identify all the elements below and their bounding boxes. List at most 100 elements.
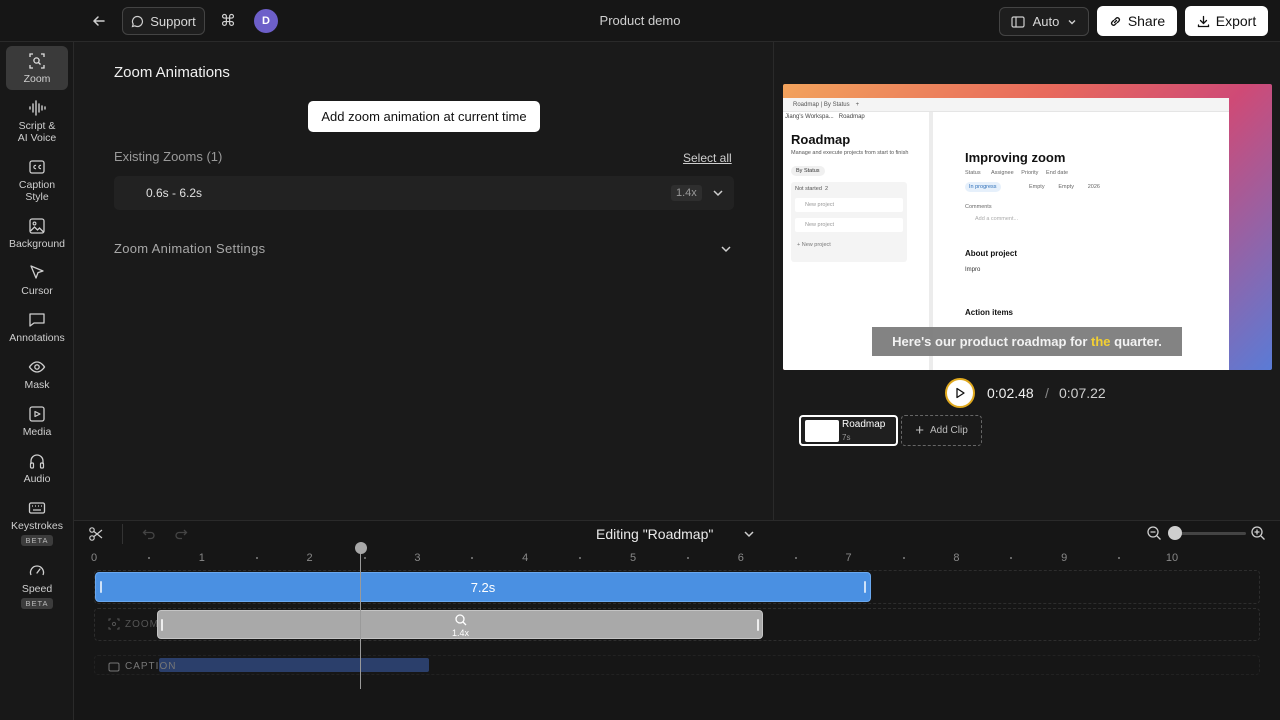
ruler-label: 0 — [90, 552, 98, 564]
headphones-icon — [29, 454, 45, 469]
sidebar-item-audio[interactable]: Audio — [6, 446, 68, 490]
image-icon — [29, 218, 45, 234]
add-zoom-button[interactable]: Add zoom animation at current time — [308, 101, 540, 132]
ruler-tick — [363, 557, 366, 559]
status-badge: In progress — [965, 182, 1001, 192]
video-preview[interactable]: Roadmap | By Status + Jiang's Workspa...… — [783, 84, 1272, 370]
clip-thumbnail — [805, 420, 839, 442]
ruler-label: 6 — [737, 552, 744, 564]
zoom-segment[interactable]: 1.4x — [157, 610, 763, 639]
ruler-tick — [579, 557, 582, 559]
playhead-line[interactable] — [360, 549, 361, 689]
main-clip-segment[interactable]: 7.2s — [95, 572, 871, 602]
zoom-out-icon[interactable] — [1146, 525, 1162, 541]
ruler-tick — [902, 557, 905, 559]
ruler-label: 8 — [953, 552, 960, 564]
sidebar-item-label: Speed — [21, 583, 53, 595]
ruler-label: 3 — [414, 552, 421, 564]
command-button[interactable]: ⌘ — [216, 8, 240, 34]
page-properties: Status Assignee Priority End date — [965, 170, 1069, 176]
chat-bubble-icon — [131, 15, 144, 27]
sidebar-item-media[interactable]: Media — [6, 399, 68, 443]
comments-label: Comments — [965, 204, 992, 210]
sidebar-item-caption-style[interactable]: Caption Style — [6, 152, 68, 208]
download-icon — [1197, 15, 1209, 27]
page-title: Improving zoom — [965, 150, 1066, 165]
support-button[interactable]: Support — [122, 7, 205, 35]
chevron-down-icon[interactable] — [711, 186, 725, 200]
app-tab-bar: Roadmap | By Status + — [783, 98, 1229, 112]
breadcrumb-workspace: Jiang's Workspa... — [785, 114, 834, 120]
cursor-icon — [30, 265, 44, 279]
sidebar-item-keystrokes[interactable]: Keystrokes BETA — [6, 493, 68, 551]
add-clip-button[interactable]: + Add Clip — [901, 415, 982, 446]
auto-label: Auto — [1032, 14, 1060, 29]
chevron-down-icon[interactable] — [719, 242, 733, 256]
sidebar-item-speed[interactable]: Speed BETA — [6, 556, 68, 614]
comment-icon — [29, 313, 45, 327]
sidebar-item-cursor[interactable]: Cursor — [6, 258, 68, 302]
chevron-down-icon[interactable] — [742, 527, 756, 541]
sidebar-item-label: Zoom — [23, 73, 51, 85]
sidebar-item-label: Caption Style — [18, 179, 56, 203]
ruler-tick — [147, 557, 150, 559]
playhead-handle[interactable] — [355, 542, 367, 554]
ruler-label: 2 — [306, 552, 313, 564]
aspect-ratio-dropdown[interactable]: Auto — [999, 7, 1089, 36]
roadmap-title: Roadmap — [791, 132, 851, 147]
zoom-in-icon[interactable] — [1250, 525, 1266, 541]
share-button[interactable]: Share — [1097, 6, 1177, 36]
play-button[interactable] — [945, 378, 975, 408]
app-tab: Roadmap | By Status — [793, 101, 850, 108]
add-clip-label: Add Clip — [929, 425, 968, 436]
back-button[interactable] — [86, 8, 112, 34]
by-status-view: By Status — [791, 166, 825, 176]
ruler-tick — [794, 557, 797, 559]
new-project-footer: + New project — [797, 242, 831, 248]
ruler-label: 5 — [629, 552, 637, 564]
keyboard-icon — [28, 502, 46, 514]
caption-after: quarter. — [1110, 334, 1162, 349]
clip-roadmap[interactable]: Roadmap 7s — [799, 415, 898, 446]
clip-end-handle[interactable] — [864, 581, 866, 593]
toolbar-divider — [122, 524, 123, 544]
support-label: Support — [150, 13, 196, 29]
undo-icon[interactable] — [142, 527, 156, 541]
sidebar-item-label: Annotations — [9, 332, 65, 344]
zoom-level-badge: 1.4x — [671, 185, 702, 201]
sidebar-item-annotations[interactable]: Annotations — [6, 305, 68, 349]
zoom-end-handle[interactable] — [757, 619, 759, 631]
ruler-label: 7 — [845, 552, 852, 564]
editing-clip-label[interactable]: Editing "Roadmap" — [596, 526, 713, 542]
magnifier-icon — [455, 614, 467, 626]
caption-highlight: the — [1091, 334, 1111, 349]
sidebar-item-background[interactable]: Background — [6, 211, 68, 255]
sidebar-item-label: Background — [8, 238, 66, 250]
caption-segment[interactable] — [159, 658, 429, 672]
ruler-label: 4 — [522, 552, 529, 564]
action-heading: Action items — [965, 308, 1014, 317]
zoom-settings-label[interactable]: Zoom Animation Settings — [114, 241, 265, 256]
beta-badge: BETA — [21, 598, 53, 609]
project-card: New project — [795, 198, 903, 212]
select-all-link[interactable]: Select all — [683, 151, 732, 165]
ruler-tick — [686, 557, 689, 559]
link-icon — [1110, 16, 1120, 26]
sidebar-item-zoom[interactable]: Zoom — [6, 46, 68, 90]
scissors-icon[interactable] — [88, 526, 104, 542]
sidebar-item-script-ai-voice[interactable]: Script & AI Voice — [6, 93, 68, 149]
total-time: 0:07.22 — [1059, 385, 1106, 401]
timeline-zoom-slider[interactable] — [1172, 532, 1246, 535]
sidebar-item-mask[interactable]: Mask — [6, 352, 68, 396]
redo-icon[interactable] — [174, 527, 188, 541]
zoom-track-label: ZOOM — [108, 618, 159, 630]
panel-title: Zoom Animations — [114, 64, 230, 81]
export-button[interactable]: Export — [1185, 6, 1268, 36]
avatar[interactable]: D — [254, 9, 278, 33]
zoom-start-handle[interactable] — [161, 619, 163, 631]
zoom-icon — [29, 53, 45, 69]
clip-start-handle[interactable] — [100, 581, 102, 593]
timeline-zoom-slider-handle[interactable] — [1168, 526, 1182, 540]
zoom-list-item[interactable]: 0.6s - 6.2s 1.4x — [114, 176, 734, 210]
chevron-down-icon — [1068, 19, 1076, 24]
